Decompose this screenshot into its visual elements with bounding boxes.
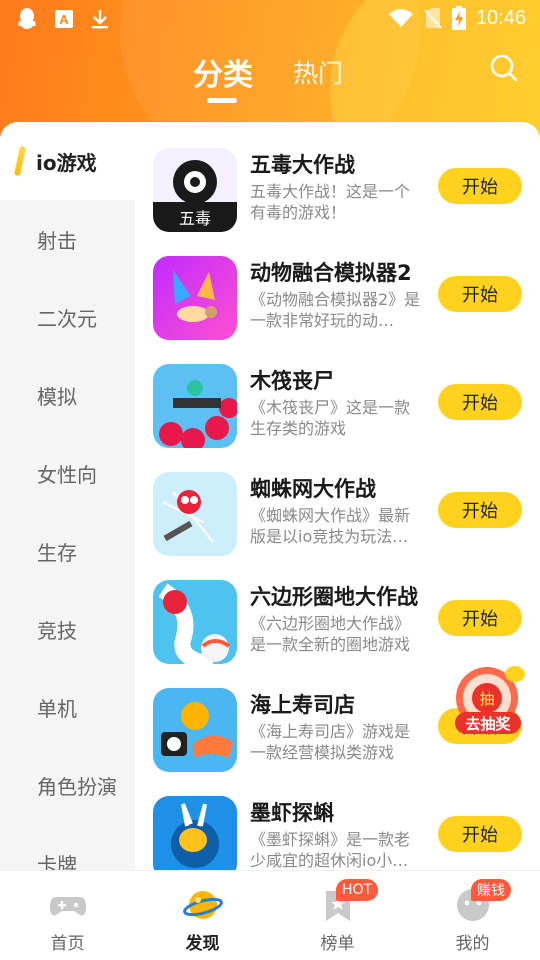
wifi-icon: [388, 9, 413, 27]
game-description: 《动物融合模拟器2》是一款非常好玩的动…: [250, 290, 421, 330]
list-item[interactable]: 五毒 五毒大作战 五毒大作战！这是一个有毒的游戏！ 开始: [153, 148, 533, 240]
nav-label: 我的: [455, 934, 490, 954]
tab-hot[interactable]: 热门: [293, 54, 343, 90]
tab-category[interactable]: 分类: [193, 50, 253, 94]
nav-label: 首页: [50, 934, 85, 954]
sidebar-item-single[interactable]: 单机: [0, 668, 135, 746]
sidebar-item-female[interactable]: 女性向: [0, 434, 135, 512]
game-icon: [153, 472, 237, 556]
gamepad-icon: [50, 897, 86, 916]
sidebar-item-io[interactable]: io游戏: [0, 122, 135, 200]
sidebar-item-label: 生存: [37, 540, 77, 565]
game-title: 动物融合模拟器2: [250, 261, 412, 285]
bottom-navigation: 首页 发现 HOT 榜单 赚钱 我的: [0, 870, 540, 960]
list-item[interactable]: 木筏丧尸 《木筏丧尸》这是一款生存类的游戏 开始: [153, 364, 533, 456]
sidebar-item-label: 卡牌: [37, 852, 77, 871]
start-button[interactable]: 开始: [438, 816, 522, 852]
start-button[interactable]: 开始: [438, 384, 522, 420]
game-title: 墨虾探蝌: [250, 801, 334, 825]
sidebar-item-label: 单机: [37, 696, 77, 721]
category-tabs: 分类 热门: [0, 50, 540, 110]
sidebar-item-label: 二次元: [37, 306, 97, 331]
download-icon: [92, 10, 108, 29]
battery-charging-icon: [451, 6, 466, 30]
game-description: 《海上寿司店》游戏是一款经营模拟类游戏: [250, 722, 411, 762]
game-description: 《六边形圈地大作战》是一款全新的圈地游戏: [250, 614, 411, 654]
hot-badge: HOT: [336, 879, 379, 901]
sidebar-item-shooting[interactable]: 射击: [0, 200, 135, 278]
status-time: 10:46: [475, 6, 526, 29]
sidebar-item-label: 竞技: [37, 618, 77, 643]
game-title: 木筏丧尸: [250, 369, 334, 393]
svg-text:五毒: 五毒: [179, 209, 211, 228]
svg-text:抽: 抽: [479, 690, 494, 708]
svg-text:A: A: [59, 12, 69, 27]
sidebar-item-survival[interactable]: 生存: [0, 512, 135, 590]
lottery-label: 去抽奖: [465, 715, 511, 733]
game-icon: [153, 796, 237, 880]
game-title: 五毒大作战: [250, 153, 355, 177]
game-description: 《蜘蛛网大作战》最新版是以io竞技为玩法…: [250, 506, 411, 546]
a-box-icon: A: [55, 10, 73, 28]
game-icon: 五毒: [153, 148, 237, 232]
planet-icon: [183, 891, 223, 919]
game-title: 六边形圈地大作战: [250, 585, 418, 609]
nav-home[interactable]: 首页: [0, 871, 135, 960]
status-bar: A 10:46: [0, 0, 540, 36]
earn-money-badge: 赚钱: [471, 879, 511, 901]
sidebar-item-anime[interactable]: 二次元: [0, 278, 135, 356]
start-button[interactable]: 开始: [438, 168, 522, 204]
sidebar-item-label: io游戏: [36, 150, 97, 175]
start-button[interactable]: 开始: [438, 276, 522, 312]
game-title: 海上寿司店: [250, 693, 355, 717]
sidebar-item-card[interactable]: 卡牌: [0, 824, 135, 871]
sidebar-item-competitive[interactable]: 竞技: [0, 590, 135, 668]
list-item[interactable]: 动物融合模拟器2 《动物融合模拟器2》是一款非常好玩的动… 开始: [153, 256, 533, 348]
game-description: 《木筏丧尸》这是一款生存类的游戏: [250, 398, 411, 438]
start-button[interactable]: 开始: [438, 492, 522, 528]
game-title: 蜘蛛网大作战: [250, 477, 376, 501]
qq-icon: [18, 8, 36, 29]
active-category-indicator: [13, 145, 27, 177]
nav-label: 榜单: [320, 934, 355, 954]
nav-discover[interactable]: 发现: [135, 871, 270, 960]
game-icon: [153, 580, 237, 664]
game-icon: [153, 256, 237, 340]
nav-profile[interactable]: 赚钱 我的: [405, 871, 540, 960]
start-button[interactable]: 开始: [438, 600, 522, 636]
sidebar-item-simulation[interactable]: 模拟: [0, 356, 135, 434]
category-sidebar: io游戏 射击 二次元 模拟 女性向 生存 竞技 单机 角色扮演 卡牌: [0, 122, 135, 870]
list-item[interactable]: 蜘蛛网大作战 《蜘蛛网大作战》最新版是以io竞技为玩法… 开始: [153, 472, 533, 564]
no-sim-icon: [424, 8, 442, 29]
sidebar-item-label: 模拟: [37, 384, 77, 409]
search-icon[interactable]: [489, 53, 519, 83]
sidebar-item-label: 角色扮演: [37, 774, 117, 799]
game-description: 五毒大作战！这是一个有毒的游戏！: [250, 182, 411, 222]
active-tab-indicator: [207, 98, 237, 103]
sidebar-item-rpg[interactable]: 角色扮演: [0, 746, 135, 824]
sidebar-item-label: 射击: [37, 228, 77, 253]
nav-ranking[interactable]: HOT 榜单: [270, 871, 405, 960]
nav-label: 发现: [185, 934, 220, 954]
game-icon: [153, 688, 237, 772]
sidebar-item-label: 女性向: [37, 462, 97, 487]
lottery-float-button[interactable]: 抽 去抽奖: [453, 662, 527, 740]
game-description: 《墨虾探蝌》是一款老少咸宜的超休闲io小…: [250, 830, 411, 870]
game-icon: [153, 364, 237, 448]
list-item[interactable]: 六边形圈地大作战 《六边形圈地大作战》是一款全新的圈地游戏 开始: [153, 580, 533, 672]
